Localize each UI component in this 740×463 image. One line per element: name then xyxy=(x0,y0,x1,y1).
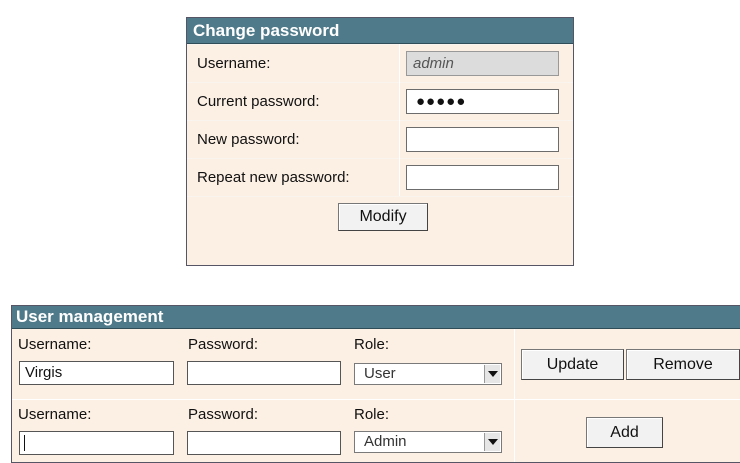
row2-password-field[interactable] xyxy=(187,431,341,455)
user-management-title: User management xyxy=(12,306,740,329)
modify-button[interactable]: Modify xyxy=(338,203,428,231)
current-password-row: Current password: ●●●●● xyxy=(187,82,573,120)
repeat-password-row: Repeat new password: xyxy=(187,158,573,196)
username-row: Username: admin xyxy=(187,44,573,82)
row1-username-field[interactable]: Virgis xyxy=(19,361,174,385)
new-password-row: New password: xyxy=(187,120,573,158)
actions-divider xyxy=(514,329,515,462)
text-caret xyxy=(24,435,25,451)
username-value: admin xyxy=(413,55,454,72)
row-divider xyxy=(12,399,740,400)
chevron-down-icon[interactable] xyxy=(484,433,500,451)
column-divider xyxy=(399,44,400,196)
row1-username-value: Virgis xyxy=(25,364,63,381)
new-password-label: New password: xyxy=(197,131,300,148)
row2-username-field[interactable] xyxy=(19,431,174,455)
row2-role-label: Role: xyxy=(354,406,390,423)
new-password-field[interactable] xyxy=(406,127,559,152)
row1-password-field[interactable] xyxy=(187,361,341,385)
modify-row: Modify xyxy=(187,196,573,239)
update-button[interactable]: Update xyxy=(521,349,624,380)
current-password-label: Current password: xyxy=(197,93,320,110)
change-password-panel: Change password Username: admin Current … xyxy=(186,17,574,266)
username-label: Username: xyxy=(197,55,271,72)
repeat-password-field[interactable] xyxy=(406,165,559,190)
row1-role-label: Role: xyxy=(354,336,390,353)
row1-username-label: Username: xyxy=(18,336,92,353)
chevron-down-icon[interactable] xyxy=(484,365,500,383)
row2-password-label: Password: xyxy=(188,406,259,423)
add-button[interactable]: Add xyxy=(586,417,663,448)
username-field: admin xyxy=(406,51,559,76)
change-password-title: Change password xyxy=(187,18,573,44)
row1-role-value: User xyxy=(364,365,396,382)
row2-role-select[interactable]: Admin xyxy=(354,431,502,453)
repeat-password-label: Repeat new password: xyxy=(197,169,350,186)
current-password-field[interactable]: ●●●●● xyxy=(406,89,559,114)
remove-button[interactable]: Remove xyxy=(626,349,740,380)
row1-role-select[interactable]: User xyxy=(354,363,502,385)
current-password-mask: ●●●●● xyxy=(416,93,467,110)
row2-username-label: Username: xyxy=(18,406,92,423)
row2-role-value: Admin xyxy=(364,433,407,450)
user-management-panel: User management Username: Virgis Passwor… xyxy=(11,305,740,463)
row1-password-label: Password: xyxy=(188,336,259,353)
